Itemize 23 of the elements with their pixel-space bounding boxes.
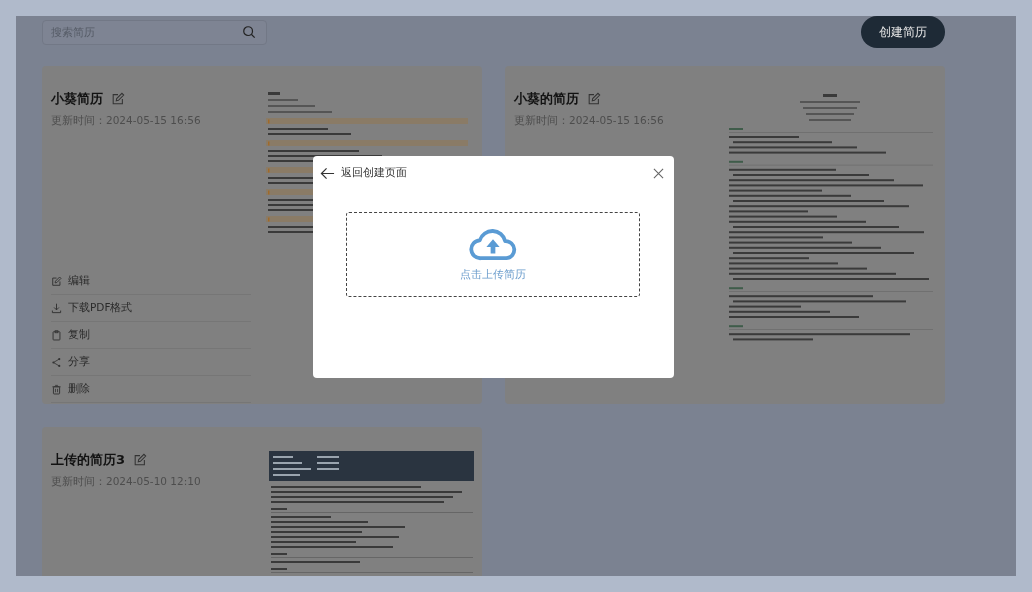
back-arrow-icon: [320, 165, 335, 181]
action-item[interactable]: 删除: [51, 376, 251, 403]
action-item[interactable]: 复制: [51, 322, 251, 349]
clipboard-icon: [51, 329, 62, 341]
resume-title: 小葵简历: [51, 90, 103, 108]
trash-icon: [51, 383, 62, 395]
action-item[interactable]: 编辑: [51, 268, 251, 295]
resume-title: 小葵的简历: [514, 90, 579, 108]
cloud-upload-icon: [468, 227, 518, 262]
create-resume-button[interactable]: 创建简历: [861, 16, 945, 48]
edit-icon[interactable]: [587, 92, 601, 106]
action-item[interactable]: 分享: [51, 349, 251, 376]
action-item[interactable]: 下载PDF格式: [51, 295, 251, 322]
close-icon[interactable]: [653, 167, 664, 179]
download-icon: [51, 302, 62, 314]
back-link[interactable]: 返回创建页面: [320, 165, 407, 181]
share-icon: [51, 356, 62, 368]
search-icon[interactable]: [242, 25, 256, 39]
edit-icon[interactable]: [133, 453, 148, 467]
resume-title: 上传的简历3: [51, 451, 126, 469]
edit-icon[interactable]: [111, 92, 125, 106]
upload-area[interactable]: 点击上传简历: [346, 212, 640, 297]
edit-icon: [51, 275, 62, 287]
